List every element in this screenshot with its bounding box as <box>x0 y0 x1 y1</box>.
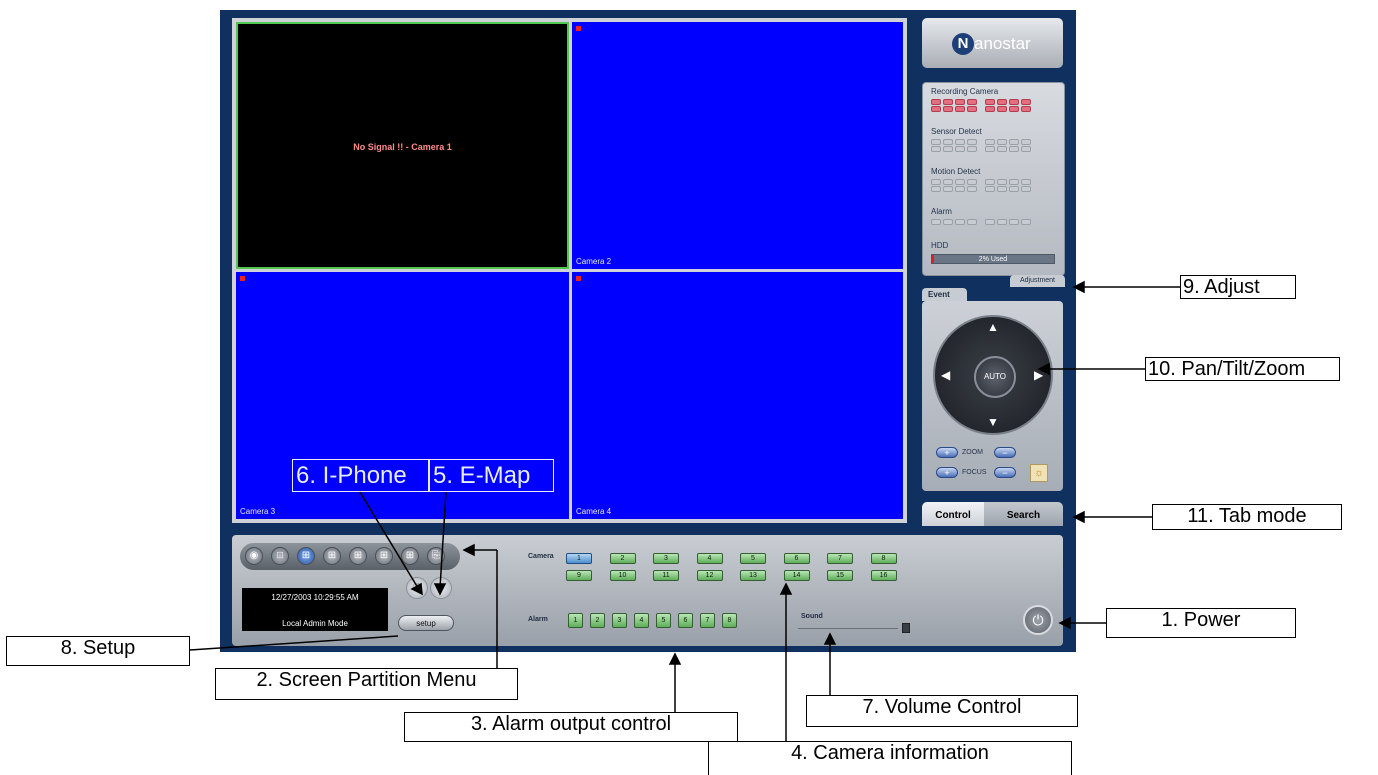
callout-ptz: 10. Pan/Tilt/Zoom <box>1145 357 1340 381</box>
callout-alarm-output: 3. Alarm output control <box>404 712 738 742</box>
callout-adjust: 9. Adjust <box>1180 275 1296 299</box>
callout-setup: 8. Setup <box>6 636 190 666</box>
callout-partition: 2. Screen Partition Menu <box>215 668 518 700</box>
callout-camera-info: 4. Camera information <box>708 741 1072 775</box>
callout-power: 1. Power <box>1106 608 1296 638</box>
callout-volume: 7. Volume Control <box>806 695 1078 727</box>
callout-tab-mode: 11. Tab mode <box>1152 504 1342 530</box>
callout-lines <box>189 280 1180 741</box>
